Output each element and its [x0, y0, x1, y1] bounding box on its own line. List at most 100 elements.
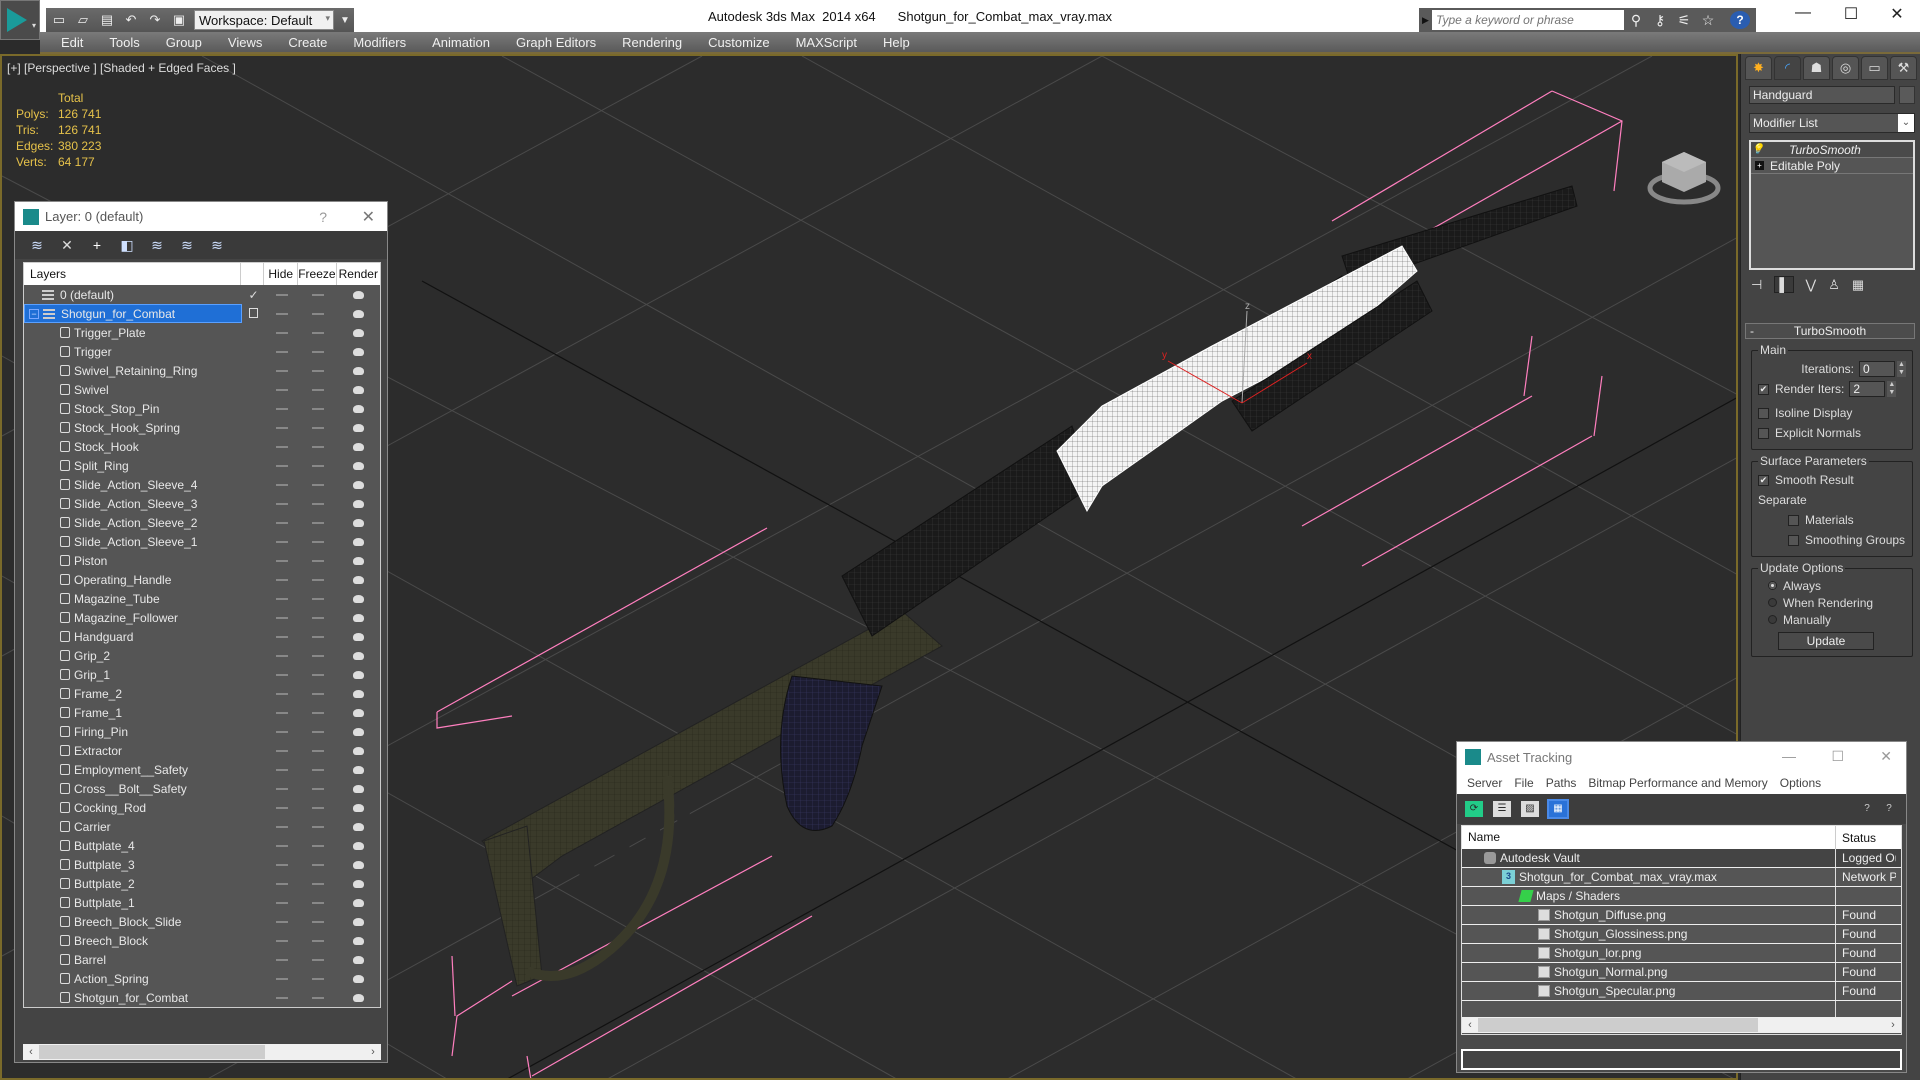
maximize-button[interactable]: ☐ [1831, 748, 1844, 765]
render-toggle-teapot-icon[interactable] [336, 782, 380, 796]
layer-object-row[interactable]: Frame_1 [24, 703, 380, 722]
layer-object-row[interactable]: Slide_Action_Sleeve_2 [24, 513, 380, 532]
hide-toggle[interactable] [264, 953, 298, 967]
menu-views[interactable]: Views [217, 35, 273, 50]
column-name[interactable]: Name [1462, 826, 1836, 849]
open-file-icon[interactable]: ▱ [74, 12, 92, 28]
menu-options[interactable]: Options [1780, 776, 1821, 790]
maximize-button[interactable]: ☐ [1828, 4, 1874, 26]
hide-toggle[interactable] [264, 706, 298, 720]
asset-row[interactable]: Shotgun_Normal.png Found [1462, 963, 1901, 982]
menu-help[interactable]: Help [872, 35, 921, 50]
column-layers[interactable]: Layers [24, 263, 242, 285]
render-toggle-teapot-icon[interactable] [336, 402, 380, 416]
render-toggle-teapot-icon[interactable] [336, 421, 380, 435]
hide-toggle[interactable] [264, 991, 298, 1005]
select-layer-icon[interactable]: ≋ [149, 237, 165, 253]
layer-object-row[interactable]: Buttplate_4 [24, 836, 380, 855]
binoculars-icon[interactable]: ⚲ [1624, 12, 1648, 29]
help-button[interactable]: ? [319, 209, 327, 225]
hide-toggle[interactable] [264, 364, 298, 378]
freeze-toggle[interactable] [299, 934, 337, 948]
render-toggle-teapot-icon[interactable] [336, 915, 380, 929]
menu-create[interactable]: Create [277, 35, 338, 50]
thumbnail-view-icon[interactable]: ▨ [1521, 801, 1539, 817]
motion-tab-icon[interactable]: ◎ [1832, 56, 1859, 80]
render-toggle-teapot-icon[interactable] [336, 801, 380, 815]
hide-toggle[interactable] [264, 801, 298, 815]
freeze-toggle[interactable] [299, 915, 337, 929]
layer-object-row[interactable]: Breech_Block_Slide [24, 912, 380, 931]
render-toggle-teapot-icon[interactable] [336, 554, 380, 568]
spinner-arrows-icon[interactable]: ▲ ▼ [1897, 361, 1906, 377]
layer-object-row[interactable]: Handguard [24, 627, 380, 646]
freeze-toggle[interactable] [299, 478, 337, 492]
render-toggle-teapot-icon[interactable] [337, 288, 380, 302]
freeze-toggle[interactable] [299, 535, 337, 549]
freeze-toggle[interactable] [299, 820, 337, 834]
layer-object-row[interactable]: Split_Ring [24, 456, 380, 475]
layer-object-row[interactable]: Breech_Block [24, 931, 380, 950]
add-to-layer-icon[interactable]: + [89, 237, 105, 253]
layer-horizontal-scrollbar[interactable]: ‹ › [23, 1044, 381, 1060]
viewport-label[interactable]: [+] [Perspective ] [Shaded + Edged Faces… [7, 61, 236, 75]
scrollbar-thumb[interactable] [1478, 1018, 1758, 1032]
freeze-toggle[interactable] [299, 877, 337, 891]
asset-row[interactable]: Maps / Shaders [1462, 887, 1901, 906]
freeze-toggle[interactable] [299, 592, 337, 606]
scroll-right-icon[interactable]: › [1885, 1019, 1901, 1031]
hide-toggle[interactable] [264, 839, 298, 853]
layer-object-row[interactable]: Magazine_Tube [24, 589, 380, 608]
manually-radio[interactable] [1768, 615, 1777, 624]
hide-toggle[interactable] [264, 440, 298, 454]
render-toggle-teapot-icon[interactable] [336, 611, 380, 625]
update-button[interactable]: Update [1778, 632, 1874, 650]
set-current-layer-icon[interactable]: ≋ [179, 237, 195, 253]
layer-object-row[interactable]: Frame_2 [24, 684, 380, 703]
hide-toggle[interactable] [264, 972, 298, 986]
render-toggle-teapot-icon[interactable] [336, 459, 380, 473]
menu-rendering[interactable]: Rendering [611, 35, 693, 50]
menu-graph-editors[interactable]: Graph Editors [505, 35, 607, 50]
help-icon[interactable]: ? [1858, 801, 1876, 817]
render-iters-checkbox[interactable]: ✔ [1758, 383, 1769, 395]
create-tab-icon[interactable]: ✸ [1745, 56, 1772, 80]
hide-toggle[interactable] [264, 649, 298, 663]
layer-object-row[interactable]: Swivel_Retaining_Ring [24, 361, 380, 380]
render-toggle-teapot-icon[interactable] [336, 535, 380, 549]
close-button[interactable]: ✕ [362, 207, 375, 227]
search-input[interactable] [1432, 10, 1624, 30]
freeze-toggle[interactable] [299, 991, 337, 1005]
hide-toggle[interactable] [264, 877, 298, 891]
hide-toggle[interactable] [264, 611, 298, 625]
hide-toggle[interactable] [264, 934, 298, 948]
utilities-tab-icon[interactable]: ⚒ [1890, 56, 1917, 80]
freeze-toggle[interactable] [299, 782, 337, 796]
layer-object-row[interactable]: Firing_Pin [24, 722, 380, 741]
collapse-icon[interactable]: − [29, 308, 39, 319]
close-button[interactable]: ✕ [1874, 4, 1920, 26]
asset-row[interactable]: Shotgun_Glossiness.png Found [1462, 925, 1901, 944]
render-toggle-teapot-icon[interactable] [336, 440, 380, 454]
dialog-title-bar[interactable]: Asset Tracking — ☐ ✕ [1457, 742, 1906, 772]
render-toggle-teapot-icon[interactable] [336, 687, 380, 701]
freeze-toggle[interactable] [299, 497, 337, 511]
column-freeze[interactable]: Freeze [298, 263, 337, 285]
render-toggle-teapot-icon[interactable] [336, 839, 380, 853]
hide-toggle[interactable] [264, 896, 298, 910]
menu-customize[interactable]: Customize [697, 35, 780, 50]
render-toggle-teapot-icon[interactable] [336, 630, 380, 644]
hide-toggle[interactable] [264, 554, 298, 568]
workspace-dropdown[interactable]: Workspace: Default ▾ [194, 10, 334, 30]
render-toggle-teapot-icon[interactable] [336, 516, 380, 530]
modify-tab-icon[interactable]: ◜ [1774, 56, 1801, 80]
configure-modifier-sets-icon[interactable]: ▦ [1852, 277, 1864, 293]
render-toggle-teapot-icon[interactable] [336, 934, 380, 948]
render-toggle-teapot-icon[interactable] [336, 972, 380, 986]
minimize-button[interactable]: — [1780, 4, 1826, 26]
menu-modifiers[interactable]: Modifiers [342, 35, 417, 50]
freeze-toggle[interactable] [299, 440, 337, 454]
hierarchy-tab-icon[interactable]: ☗ [1803, 56, 1830, 80]
set-current-checkbox[interactable] [242, 307, 265, 321]
modifier-list-dropdown[interactable]: Modifier List ⌄ [1749, 113, 1915, 133]
